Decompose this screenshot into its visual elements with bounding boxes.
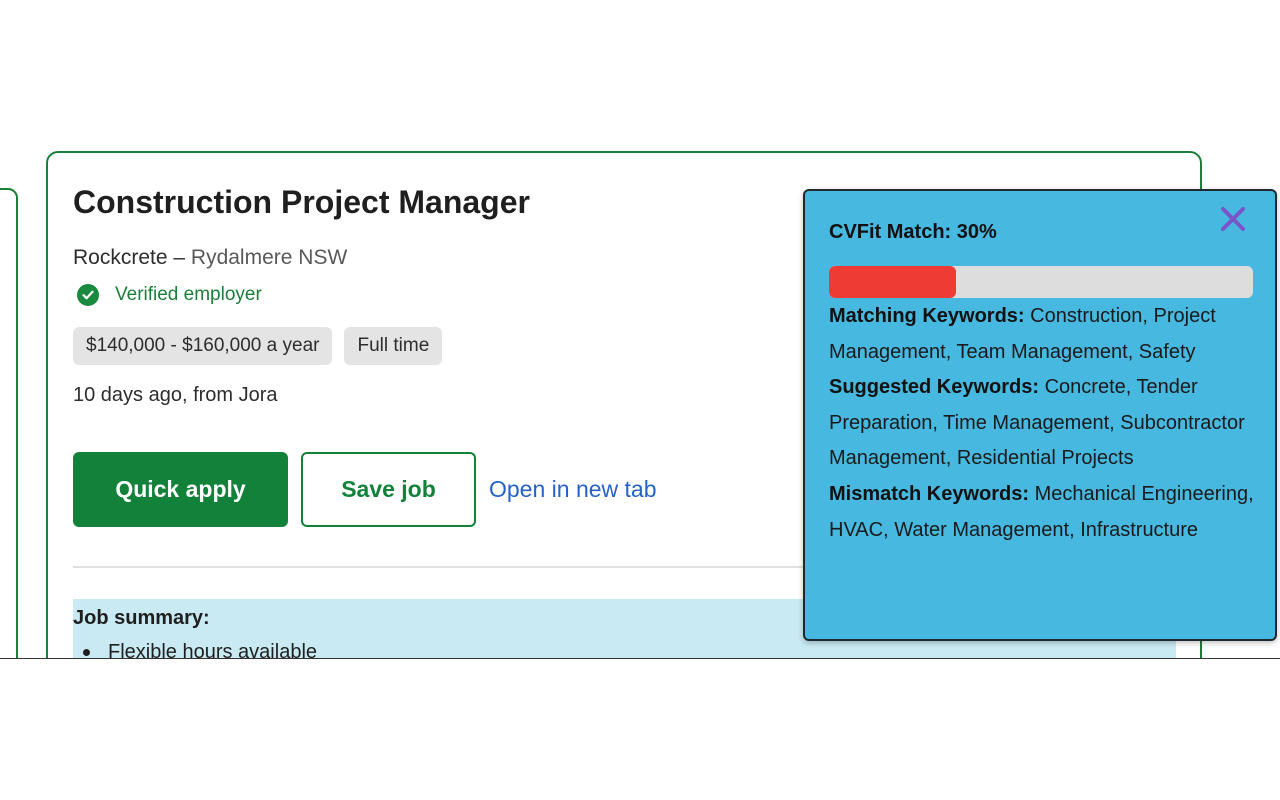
job-actions: Quick apply Save job Open in new tab <box>73 452 657 527</box>
posted-info: 10 days ago, from Jora <box>73 384 278 406</box>
suggested-keywords-label: Suggested Keywords: <box>829 376 1040 399</box>
verified-employer-badge: Verified employer <box>77 284 262 306</box>
mismatch-keywords-label: Mismatch Keywords: <box>829 482 1030 505</box>
job-location: Rydalmere NSW <box>190 246 348 269</box>
open-in-new-tab-link[interactable]: Open in new tab <box>489 476 657 503</box>
salary-tag: $140,000 - $160,000 a year <box>73 327 333 365</box>
company-name[interactable]: Rockcrete <box>73 246 168 269</box>
matching-keywords: Matching Keywords: Construction, Project… <box>829 299 1259 370</box>
job-tags: $140,000 - $160,000 a year Full time <box>73 327 443 365</box>
suggested-keywords: Suggested Keywords: Concrete, Tender Pre… <box>829 370 1259 477</box>
verified-label: Verified employer <box>115 284 262 305</box>
job-title: Construction Project Manager <box>73 184 530 220</box>
company-location-line: Rockcrete – Rydalmere NSW <box>73 246 347 270</box>
keywords-panel: Matching Keywords: Construction, Project… <box>829 299 1259 548</box>
check-circle-icon <box>77 284 99 306</box>
cvfit-match-title: CVFit Match: 30% <box>829 221 997 243</box>
job-type-tag: Full time <box>344 327 443 365</box>
previous-job-card[interactable] <box>0 188 18 658</box>
cvfit-match-popup: CVFit Match: 30% Matching Keywords: Cons… <box>803 189 1277 641</box>
list-item: Flexible hours available <box>83 641 318 659</box>
matching-keywords-label: Matching Keywords: <box>829 305 1025 327</box>
bullet-icon <box>83 649 90 656</box>
job-summary-title: Job summary: <box>73 607 210 629</box>
close-icon[interactable] <box>1217 203 1249 235</box>
quick-apply-button[interactable]: Quick apply <box>73 452 288 527</box>
match-progress-fill <box>829 266 957 298</box>
match-progress-bar <box>829 266 1253 298</box>
summary-item-text: Flexible hours available <box>108 641 318 659</box>
mismatch-keywords: Mismatch Keywords: Mechanical Engineerin… <box>829 477 1259 548</box>
page-viewport: Construction Project Manager Rockcrete –… <box>0 0 1280 659</box>
save-job-button[interactable]: Save job <box>301 452 476 527</box>
separator: – <box>173 246 186 269</box>
